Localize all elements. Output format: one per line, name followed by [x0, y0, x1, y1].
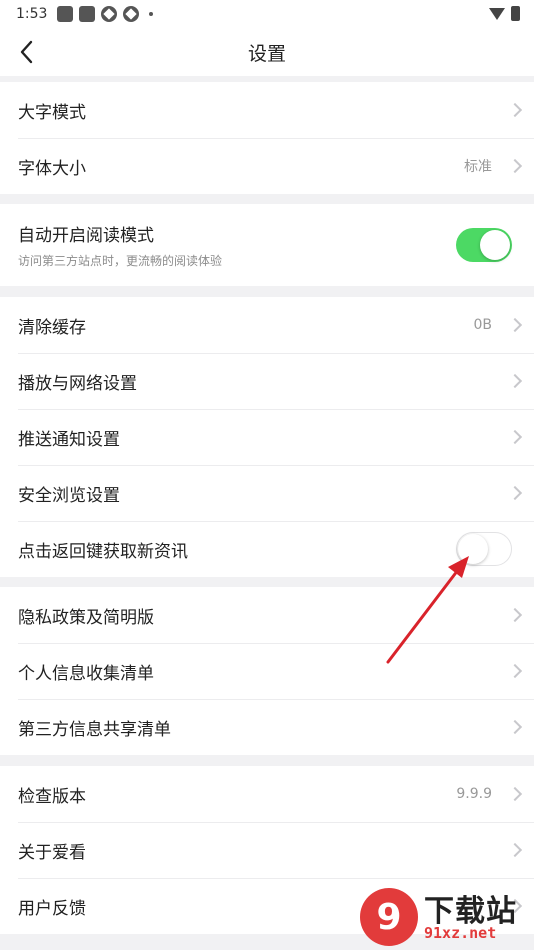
row-label: 关于爱看 [18, 842, 86, 863]
row-label: 安全浏览设置 [18, 485, 120, 506]
app-square-icon [79, 6, 96, 22]
settings-row-font-size[interactable]: 字体大小 标准 [0, 138, 534, 194]
auto-reading-mode-toggle[interactable] [456, 228, 512, 262]
chevron-right-icon [507, 317, 523, 333]
chevron-right-icon [507, 485, 523, 501]
row-label: 第三方信息共享清单 [18, 719, 171, 740]
status-time: 1:53 [16, 6, 48, 22]
settings-row-personal-info-list[interactable]: 个人信息收集清单 [0, 643, 534, 699]
more-dot-icon [149, 12, 154, 16]
row-label: 字体大小 [18, 158, 86, 179]
settings-screen: 1:53 设置 大字模式 字体大小 标准 自动开启阅读模式 访问第三方站点时，更… [0, 0, 534, 950]
settings-row-large-font-mode[interactable]: 大字模式 [0, 82, 534, 138]
chevron-left-icon[interactable] [14, 38, 42, 66]
settings-row-auto-reading-mode: 自动开启阅读模式 访问第三方站点时，更流畅的阅读体验 [0, 204, 534, 286]
settings-row-check-version[interactable]: 检查版本 9.9.9 [0, 766, 534, 822]
row-label: 检查版本 [18, 786, 86, 807]
settings-row-third-party-sharing[interactable]: 第三方信息共享清单 [0, 699, 534, 755]
back-key-refresh-toggle[interactable] [456, 532, 512, 566]
watermark-logo: 9 [360, 888, 418, 946]
settings-group-display: 大字模式 字体大小 标准 [0, 82, 534, 194]
toggle-knob [458, 534, 488, 564]
settings-row-safe-browsing[interactable]: 安全浏览设置 [0, 465, 534, 521]
watermark-url: 91xz.net [424, 924, 497, 942]
row-label: 用户反馈 [18, 898, 86, 919]
settings-group-general: 清除缓存 0B 播放与网络设置 推送通知设置 安全浏览设置 点击返回键获取新资讯 [0, 297, 534, 577]
settings-row-back-key-refresh: 点击返回键获取新资讯 [0, 521, 534, 577]
app-square-icon [57, 6, 74, 22]
app-circle-icon [101, 6, 118, 22]
row-value: 9.9.9 [456, 786, 492, 802]
row-label: 大字模式 [18, 102, 86, 123]
settings-row-about[interactable]: 关于爱看 [0, 822, 534, 878]
chevron-right-icon [507, 719, 523, 735]
page-title: 设置 [247, 42, 286, 65]
row-label: 播放与网络设置 [18, 373, 137, 394]
settings-row-push-notifications[interactable]: 推送通知设置 [0, 409, 534, 465]
chevron-right-icon [507, 373, 523, 389]
title-bar: 设置 [0, 28, 534, 76]
row-label: 自动开启阅读模式 [18, 226, 154, 246]
row-label: 隐私政策及简明版 [18, 607, 154, 628]
settings-row-playback-network[interactable]: 播放与网络设置 [0, 353, 534, 409]
row-label: 点击返回键获取新资讯 [18, 541, 188, 562]
chevron-right-icon [507, 429, 523, 445]
row-subtitle: 访问第三方站点时，更流畅的阅读体验 [18, 254, 223, 268]
chevron-right-icon [507, 158, 523, 174]
status-right-icons [489, 6, 520, 21]
chevron-right-icon [507, 663, 523, 679]
status-notification-icons [57, 6, 154, 22]
site-watermark: 9 下载站 91xz.net [360, 886, 530, 948]
settings-group-privacy: 隐私政策及简明版 个人信息收集清单 第三方信息共享清单 [0, 587, 534, 755]
chevron-right-icon [507, 607, 523, 623]
app-circle-icon [123, 6, 140, 22]
battery-icon [511, 6, 520, 21]
row-value: 0B [473, 317, 492, 333]
chevron-right-icon [507, 842, 523, 858]
toggle-knob [480, 230, 510, 260]
chevron-right-icon [507, 786, 523, 802]
chevron-right-icon [507, 102, 523, 118]
settings-row-privacy-policy[interactable]: 隐私政策及简明版 [0, 587, 534, 643]
settings-row-clear-cache[interactable]: 清除缓存 0B [0, 297, 534, 353]
wifi-icon [489, 7, 505, 20]
settings-group-reading: 自动开启阅读模式 访问第三方站点时，更流畅的阅读体验 [0, 204, 534, 286]
row-label: 个人信息收集清单 [18, 663, 154, 684]
row-value: 标准 [464, 159, 492, 175]
row-label: 清除缓存 [18, 317, 86, 338]
row-label: 推送通知设置 [18, 429, 120, 450]
status-bar: 1:53 [0, 0, 534, 28]
